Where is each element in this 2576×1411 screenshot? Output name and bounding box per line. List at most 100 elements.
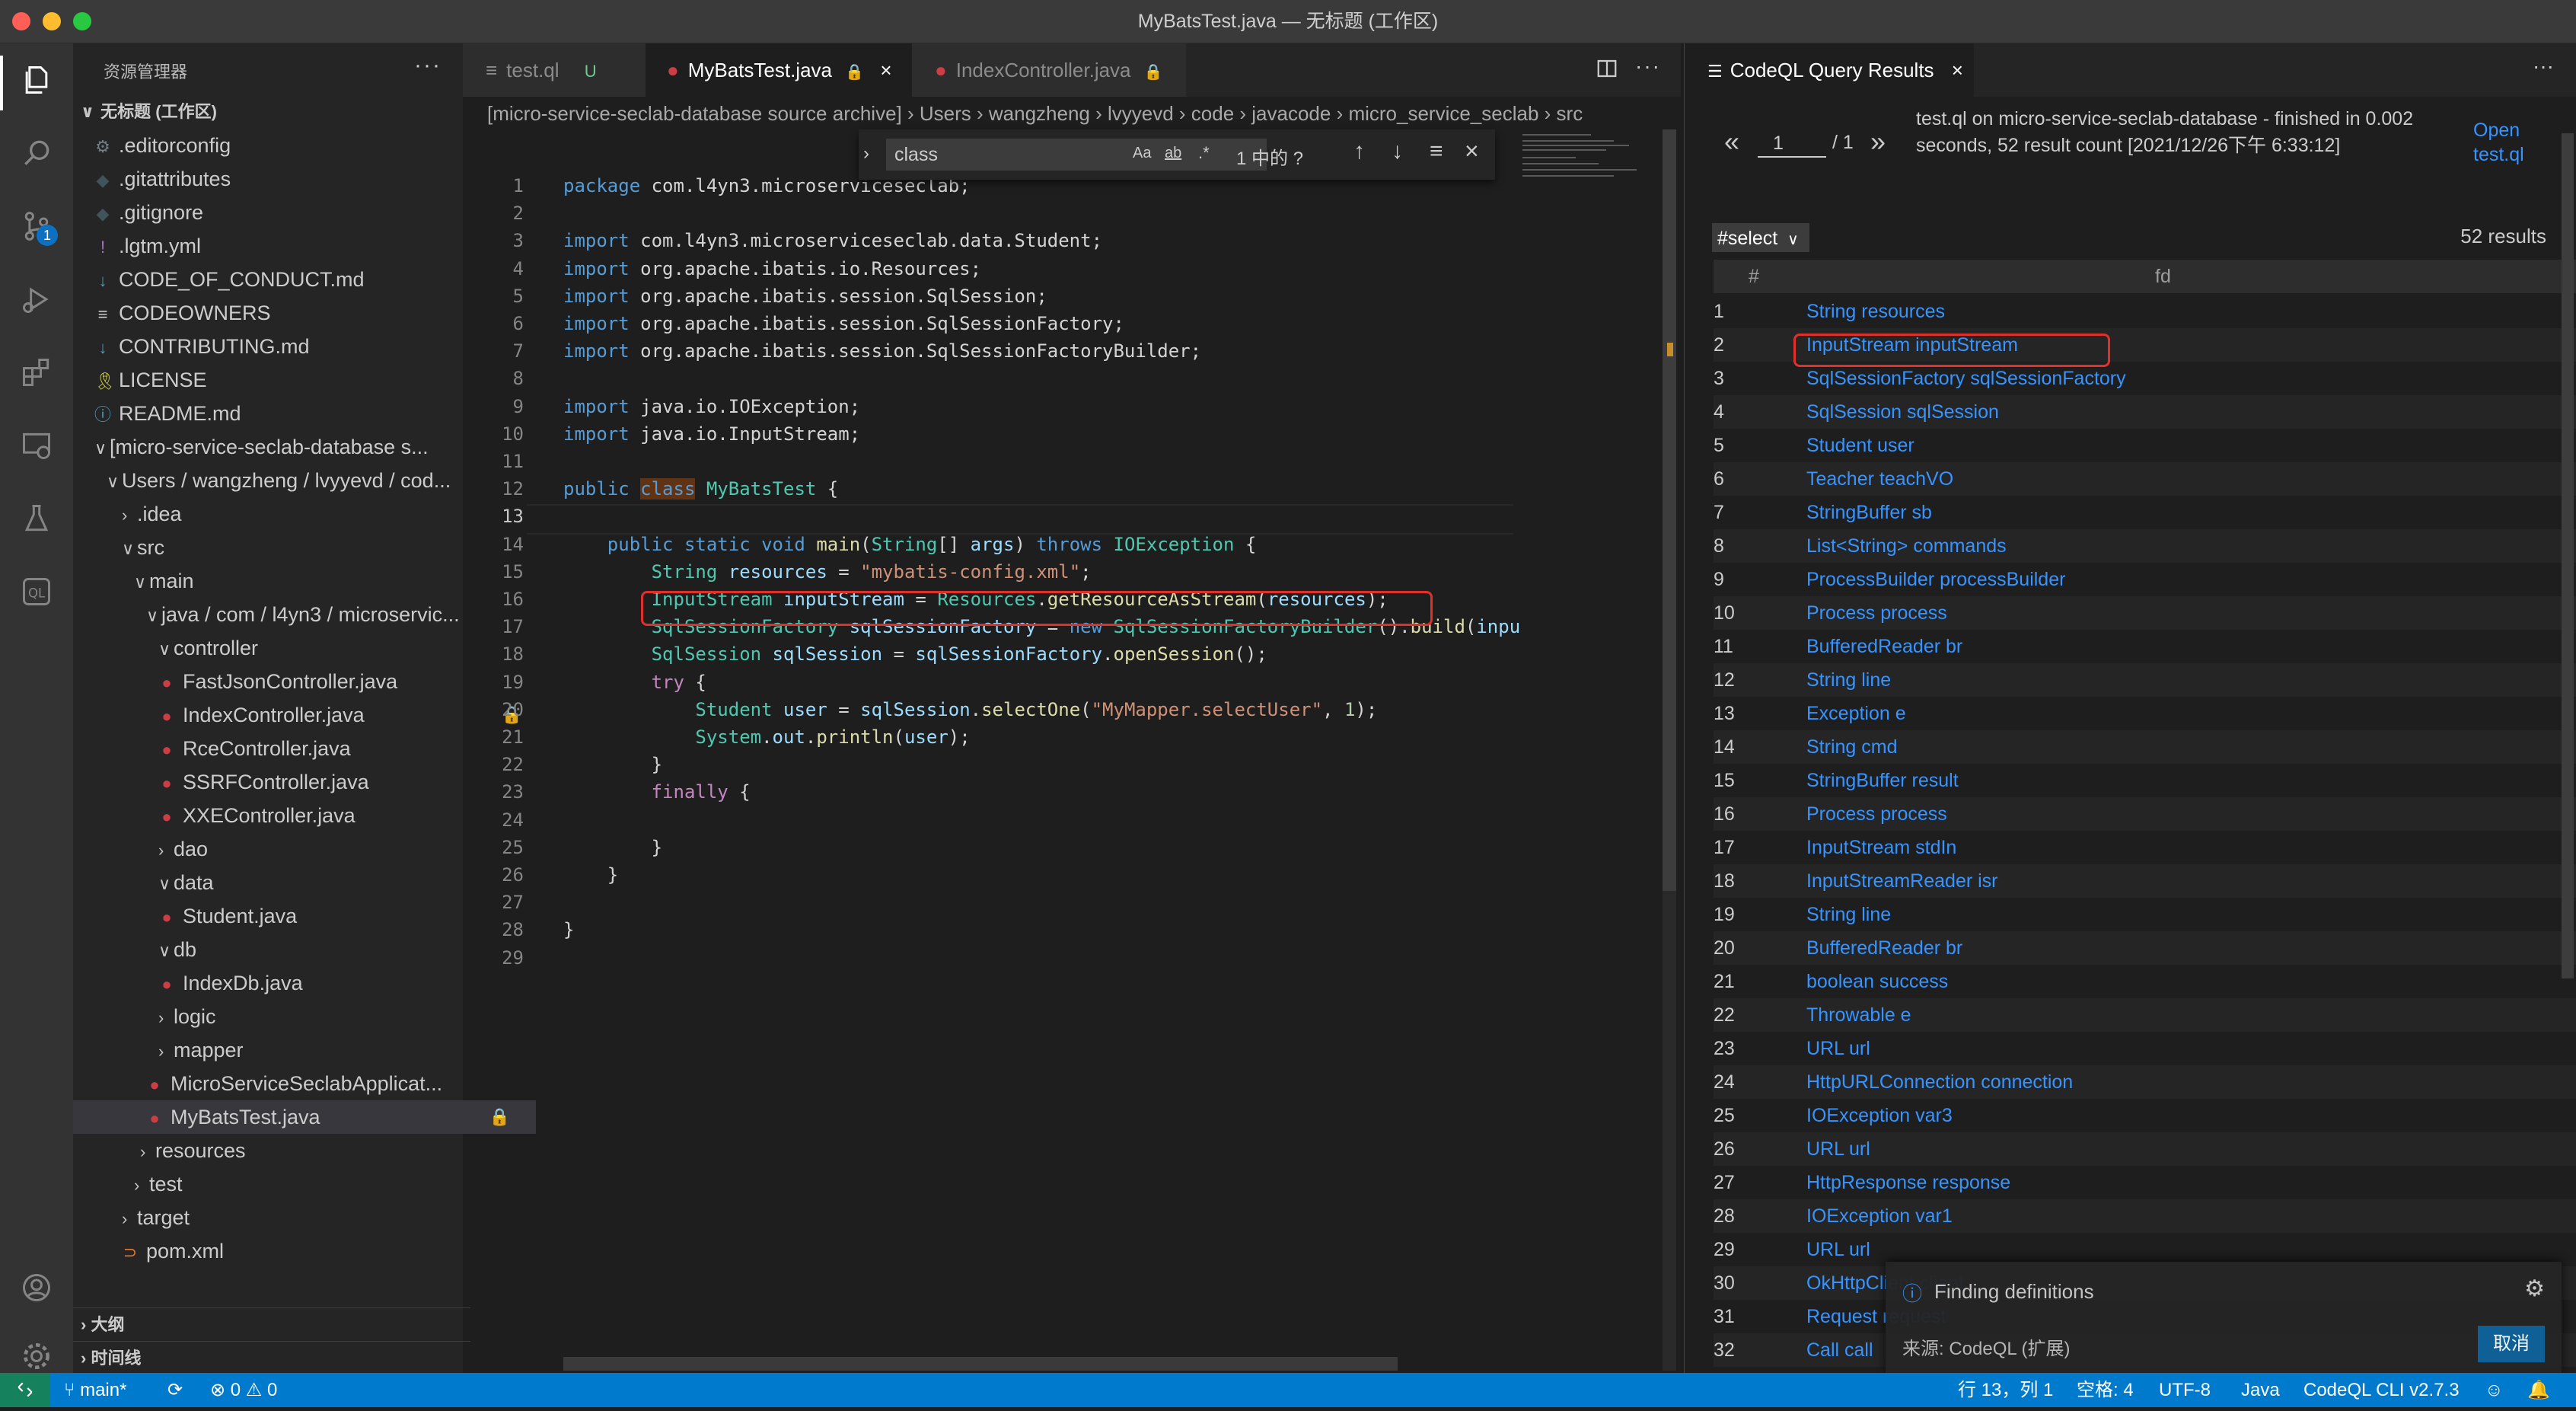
tree-folder[interactable]: › resources (73, 1134, 530, 1167)
panel-more-button[interactable]: ··· (2533, 54, 2554, 78)
result-link[interactable]: HttpResponse response (1806, 1166, 2010, 1199)
timeline-section[interactable]: › 时间线 (73, 1341, 470, 1375)
code-line[interactable]: import org.apache.ibatis.io.Resources; (563, 258, 981, 279)
result-link[interactable]: SqlSession sqlSession (1806, 395, 1999, 429)
result-link[interactable]: StringBuffer sb (1806, 496, 1932, 529)
result-link[interactable]: InputStream stdIn (1806, 831, 1956, 864)
result-row[interactable]: 7 StringBuffer sb (1714, 496, 2576, 529)
result-row[interactable]: 27 HttpResponse response (1714, 1166, 2576, 1199)
tree-folder[interactable]: › mapper (73, 1033, 548, 1067)
result-link[interactable]: String resources (1806, 295, 1945, 328)
chevron-right-icon[interactable]: › (863, 143, 869, 164)
previous-match-button[interactable]: ↑ (1353, 139, 1365, 164)
result-link[interactable]: IOException var1 (1806, 1199, 1953, 1233)
result-link[interactable]: Exception e (1806, 697, 1906, 730)
notification-gear-icon[interactable]: ⚙ (2524, 1275, 2545, 1302)
tree-file[interactable]: 🎗 LICENSE (73, 363, 484, 397)
minimap[interactable] (1515, 129, 1682, 1371)
code-line[interactable]: import org.apache.ibatis.session.SqlSess… (563, 313, 1124, 334)
result-row[interactable]: 9 ProcessBuilder processBuilder (1714, 563, 2576, 596)
result-row[interactable]: 11 BufferedReader br (1714, 630, 2576, 663)
indentation[interactable]: 空格: 4 (2077, 1373, 2134, 1407)
tree-folder[interactable]: › test (73, 1167, 524, 1201)
code-line[interactable]: SqlSession sqlSession = sqlSessionFactor… (563, 643, 1267, 665)
tree-file[interactable]: ↓ CONTRIBUTING.md (73, 330, 484, 363)
codeql-icon[interactable]: QL (18, 573, 55, 610)
result-row[interactable]: 26 URL url (1714, 1132, 2576, 1166)
result-link[interactable]: Call call (1806, 1333, 1873, 1367)
result-row[interactable]: 18 InputStreamReader isr (1714, 864, 2576, 898)
close-tab-button[interactable]: × (880, 59, 891, 81)
tree-folder[interactable]: › logic (73, 1000, 548, 1033)
result-link[interactable]: Throwable e (1806, 998, 1911, 1032)
tree-file[interactable]: ⊃ pom.xml (73, 1234, 512, 1268)
tab-mybatstest-java[interactable]: ● MyBatsTest.java 🔒 × (646, 43, 912, 97)
open-query-link[interactable]: Open test.ql (2473, 118, 2557, 167)
code-line[interactable]: } (563, 754, 662, 775)
result-row[interactable]: 15 StringBuffer result (1714, 764, 2576, 797)
result-row[interactable]: 28 IOException var1 (1714, 1199, 2576, 1233)
extensions-icon[interactable] (18, 354, 55, 391)
notifications-bell-icon[interactable]: 🔔 (2527, 1373, 2550, 1407)
result-link[interactable]: BufferedReader br (1806, 630, 1962, 663)
result-row[interactable]: 12 String line (1714, 663, 2576, 697)
explorer-icon[interactable] (18, 62, 55, 98)
result-link[interactable]: ProcessBuilder processBuilder (1806, 563, 2065, 596)
result-link[interactable]: BufferedReader br (1806, 931, 1962, 965)
close-find-button[interactable]: × (1465, 137, 1479, 165)
tree-file[interactable]: ◆ .gitignore (73, 196, 484, 229)
tree-file[interactable]: ◆ .gitattributes (73, 162, 484, 196)
cancel-button[interactable]: 取消 (2478, 1326, 2545, 1362)
encoding[interactable]: UTF-8 (2159, 1373, 2211, 1407)
testing-icon[interactable] (18, 500, 55, 537)
result-set-select[interactable]: #select ∨ (1712, 223, 1809, 252)
account-icon[interactable] (18, 1269, 55, 1306)
result-link[interactable]: URL url (1806, 1132, 1870, 1166)
result-row[interactable]: 13 Exception e (1714, 697, 2576, 730)
language-mode[interactable]: Java (2241, 1373, 2280, 1407)
tree-file[interactable]: ! .lgtm.yml (73, 229, 484, 263)
result-row[interactable]: 24 HttpURLConnection connection (1714, 1065, 2576, 1099)
result-link[interactable]: Student user (1806, 429, 1914, 462)
result-link[interactable]: List<String> commands (1806, 529, 2007, 563)
sync-icon[interactable]: ⟳ (167, 1373, 183, 1407)
code-line[interactable]: } (563, 919, 574, 940)
result-link[interactable]: IOException var3 (1806, 1099, 1953, 1132)
editor-more-button[interactable]: ··· (1635, 54, 1661, 78)
result-row[interactable]: 17 InputStream stdIn (1714, 831, 2576, 864)
result-row[interactable]: 8 List<String> commands (1714, 529, 2576, 563)
remote-indicator[interactable] (0, 1373, 50, 1407)
remote-explorer-icon[interactable] (18, 427, 55, 464)
split-editor-icon[interactable] (1596, 57, 1618, 80)
tree-folder[interactable]: ∨ [micro-service-seclab-database s... (73, 430, 484, 464)
code-line[interactable]: import org.apache.ibatis.session.SqlSess… (563, 286, 1047, 307)
result-row[interactable]: 22 Throwable e (1714, 998, 2576, 1032)
code-line[interactable]: } (563, 864, 618, 886)
result-link[interactable]: String line (1806, 663, 1891, 697)
code-line[interactable]: import com.l4yn3.microserviceseclab.data… (563, 230, 1102, 251)
branch-item[interactable]: ⑂ main* (64, 1373, 126, 1407)
previous-page-button[interactable]: « (1724, 126, 1739, 158)
find-in-selection-button[interactable]: ≡ (1430, 139, 1443, 164)
code-line[interactable]: String resources = "mybatis-config.xml"; (563, 561, 1092, 583)
tree-folder[interactable]: ∨ main (73, 564, 524, 598)
tree-file[interactable]: ≡ CODEOWNERS (73, 296, 484, 330)
cursor-position[interactable]: 行 13，列 1 (1958, 1373, 2053, 1407)
result-link[interactable]: String line (1806, 898, 1891, 931)
result-link[interactable]: Process process (1806, 596, 1947, 630)
run-debug-icon[interactable] (18, 281, 55, 318)
tab-codeql-results[interactable]: ☰ CodeQL Query Results × (1685, 43, 1974, 97)
next-page-button[interactable]: » (1870, 126, 1886, 158)
code-line[interactable]: import org.apache.ibatis.session.SqlSess… (563, 340, 1201, 362)
tab-test-ql[interactable]: ≡ test.ql U (463, 43, 646, 97)
tree-file[interactable]: ⓘ README.md (73, 397, 484, 430)
match-case-icon[interactable]: Aa (1133, 145, 1151, 162)
settings-gear-icon[interactable] (18, 1338, 55, 1374)
result-row[interactable]: 6 Teacher teachVO (1714, 462, 2576, 496)
page-input[interactable] (1758, 130, 1826, 158)
code-line[interactable]: public class MyBatsTest { (563, 478, 838, 500)
code-line[interactable]: public static void main(String[] args) t… (563, 534, 1257, 555)
result-link[interactable]: Teacher teachVO (1806, 462, 1953, 496)
result-link[interactable]: StringBuffer result (1806, 764, 1959, 797)
tree-folder[interactable]: › .idea (73, 497, 512, 531)
